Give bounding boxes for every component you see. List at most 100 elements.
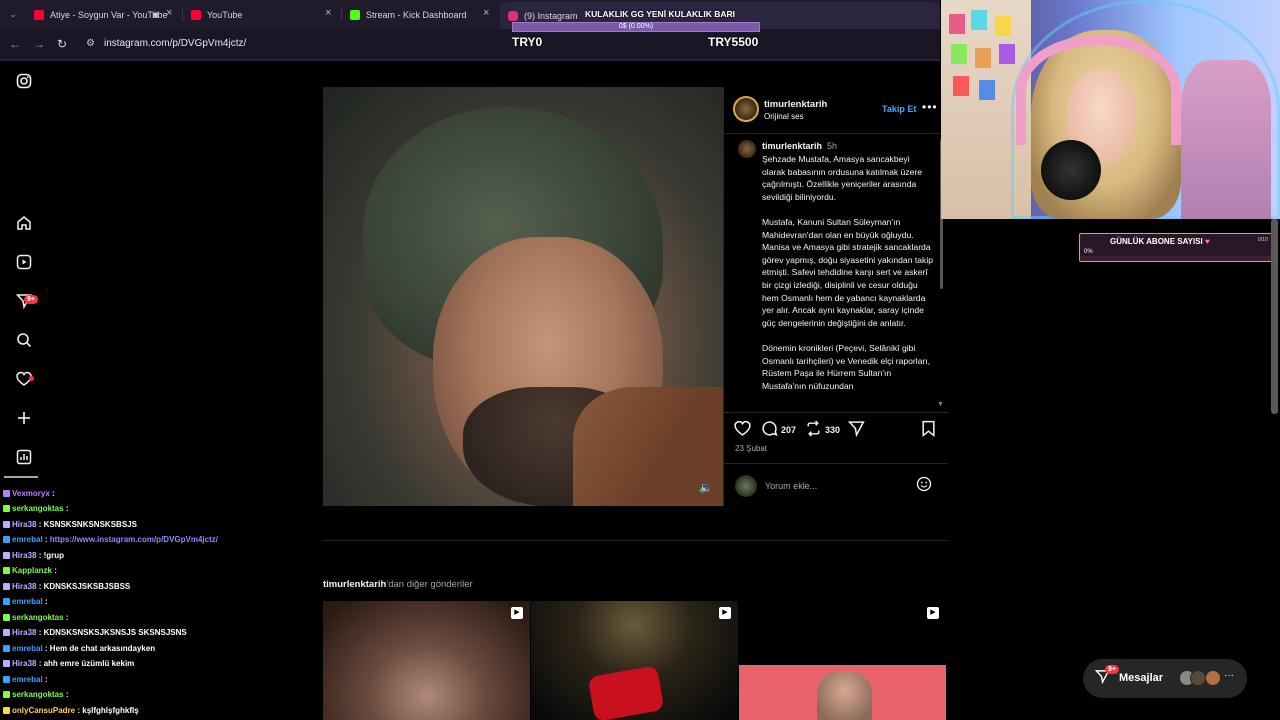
chat-badge-icon [3, 691, 10, 699]
daily-sub-count: 0/10 [1258, 237, 1268, 243]
chat-username[interactable]: Hira38 [12, 628, 36, 637]
repost-icon[interactable] [805, 420, 822, 442]
chat-badge-icon [3, 614, 10, 622]
more-post-thumb-1[interactable]: ▶ [323, 601, 530, 720]
chat-username[interactable]: Hira38 [12, 659, 36, 668]
bookmark-icon[interactable] [921, 420, 936, 442]
cast-icon: ▣ [152, 10, 160, 19]
chat-username[interactable]: serkangoktas [12, 690, 64, 699]
reel-icon: ▶ [927, 607, 939, 619]
wall-poster [953, 76, 969, 96]
caption-username[interactable]: timurlenktarih [762, 141, 822, 151]
chat-separator: : [42, 675, 48, 684]
chat-message: emrebal : [3, 597, 48, 606]
chat-cutoff-line [4, 476, 38, 478]
close-tab-icon[interactable]: × [166, 7, 172, 19]
heart-notifications-icon[interactable] [12, 371, 36, 395]
caption-avatar[interactable] [738, 140, 756, 158]
chat-username[interactable]: serkangoktas [12, 504, 64, 513]
chat-username[interactable]: emrebal [12, 644, 43, 653]
comment-divider [724, 463, 948, 464]
volume-icon[interactable]: 🔈 [699, 481, 713, 494]
url-text: instagram.com/p/DVGpVm4jctz/ [104, 38, 247, 49]
tab-list-chevron-icon[interactable]: ⌄ [4, 5, 22, 23]
close-tab-icon[interactable]: × [483, 7, 489, 19]
close-tab-icon[interactable]: × [325, 7, 331, 19]
comment-input[interactable]: Yorum ekle... [765, 481, 817, 491]
author-avatar[interactable] [733, 96, 759, 122]
chat-badge-icon [3, 567, 10, 575]
message-avatar [1190, 670, 1206, 686]
chat-text: Hem de chat arkasındayken [49, 644, 156, 653]
chat-username[interactable]: Kapplanzk [12, 566, 52, 575]
chat-badge-icon [3, 707, 10, 715]
daily-sub-title: GÜNLÜK ABONE SAYISI ♥ [1110, 237, 1210, 246]
chat-message: Hira38 : KDNSKSJSKSBJSBSS [3, 582, 130, 591]
chat-username[interactable]: emrebal [12, 675, 43, 684]
chat-separator: : [63, 690, 69, 699]
chat-badge-icon [3, 583, 10, 591]
more-posts-username[interactable]: timurlenktarih [323, 579, 386, 590]
chat-badge-icon [3, 629, 10, 637]
chat-text: kşlfghlşfghkflş [82, 706, 139, 715]
share-send-icon[interactable] [847, 420, 865, 442]
page-scrollbar[interactable] [1271, 219, 1278, 414]
chat-message: emrebal : [3, 675, 48, 684]
more-post-thumb-3[interactable]: ▶ [739, 601, 946, 720]
author-username[interactable]: timurlenktarih [764, 99, 827, 110]
streamer-webcam [941, 0, 1280, 219]
chat-username[interactable]: emrebal [12, 597, 43, 606]
reload-icon[interactable]: ↻ [53, 35, 71, 53]
chat-separator: : [42, 597, 48, 606]
more-posts-heading: timurlenktarih'dan diğer gönderiler [323, 579, 473, 590]
chat-username[interactable]: emrebal [12, 535, 43, 544]
chat-username[interactable]: Hira38 [12, 551, 36, 560]
chat-username[interactable]: Vexmoryx [12, 489, 50, 498]
chat-badge-icon [3, 552, 10, 560]
dashboard-icon[interactable] [12, 449, 36, 473]
post-video[interactable]: 🔈 [323, 87, 723, 506]
youtube-icon [191, 10, 201, 20]
instagram-logo-icon[interactable] [12, 73, 36, 97]
like-heart-icon[interactable] [734, 420, 751, 442]
heart-icon: ♥ [1205, 237, 1210, 246]
address-bar[interactable]: ⚙ instagram.com/p/DVGpVm4jctz/ [80, 33, 920, 55]
chat-separator: : [49, 489, 55, 498]
more-options-icon[interactable]: ••• [922, 100, 938, 114]
youtube-icon [34, 10, 44, 20]
chat-username[interactable]: onlyCansuPadre [12, 706, 75, 715]
chat-separator: : [36, 582, 44, 591]
chat-badge-icon [3, 505, 10, 513]
comment-icon[interactable] [761, 420, 778, 442]
caption-time: 5h [827, 141, 838, 151]
message-avatar [1205, 670, 1221, 686]
emoji-picker-icon[interactable] [916, 476, 932, 496]
kulaklik-max-label: TRY5500 [708, 35, 759, 49]
webcam-microphone [1041, 140, 1101, 200]
messages-button[interactable]: 9+ Mesajlar ··· [1083, 659, 1247, 698]
chat-username[interactable]: Hira38 [12, 520, 36, 529]
create-plus-icon[interactable] [12, 410, 36, 434]
unread-dot [29, 376, 34, 381]
chat-message: serkangoktas : [3, 690, 68, 699]
back-arrow-icon[interactable]: ← [6, 35, 24, 53]
tab-youtube[interactable]: YouTube [191, 4, 331, 26]
post-details-panel: timurlenktarih Orijinal ses Takip Et •••… [723, 87, 948, 506]
audio-label[interactable]: Orijinal ses [764, 112, 804, 121]
forward-arrow-icon[interactable]: → [30, 35, 48, 53]
chat-message: Hira38 : ahh emre üzümlü kekim [3, 659, 134, 668]
follow-button[interactable]: Takip Et [882, 104, 916, 114]
more-post-thumb-2[interactable]: ▶ [531, 601, 738, 720]
chat-badge-icon [3, 645, 10, 653]
search-icon[interactable] [12, 332, 36, 356]
scroll-down-arrow-icon[interactable]: ▼ [937, 401, 944, 408]
reels-icon[interactable] [12, 254, 36, 278]
chat-message: emrebal : https://www.instagram.com/p/DV… [3, 535, 218, 544]
tab-kick-dashboard[interactable]: Stream - Kick Dashboard [350, 4, 490, 26]
tab-label: YouTube [207, 10, 243, 20]
site-info-icon[interactable]: ⚙ [86, 33, 95, 55]
post-date: 23 Şubat [735, 444, 768, 453]
chat-username[interactable]: Hira38 [12, 582, 36, 591]
home-icon[interactable] [12, 215, 36, 239]
chat-username[interactable]: serkangoktas [12, 613, 64, 622]
